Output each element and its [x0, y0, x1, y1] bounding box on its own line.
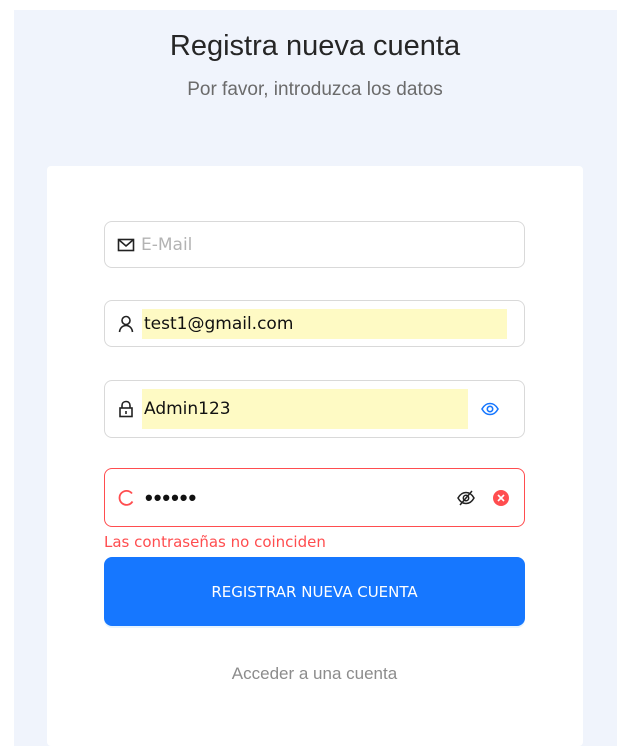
page-title: Registra nueva cuenta — [169, 30, 461, 62]
register-button[interactable]: REGISTRAR NUEVA CUENTA — [104, 557, 525, 626]
loading-icon — [117, 489, 135, 507]
password-mismatch-error: Las contraseñas no coinciden — [104, 533, 326, 551]
lock-icon — [117, 400, 135, 418]
confirm-password-field[interactable]: •••••• — [104, 468, 525, 527]
username-input[interactable]: test1@gmail.com — [142, 308, 507, 339]
eye-invisible-icon[interactable] — [456, 488, 476, 508]
close-circle-icon[interactable] — [493, 489, 509, 506]
password-input[interactable]: Admin123 — [142, 389, 468, 429]
mail-icon — [117, 236, 135, 254]
page-subtitle: Por favor, introduzca los datos — [187, 79, 443, 100]
user-icon — [117, 315, 135, 333]
email-placeholder: E-Mail — [141, 234, 193, 255]
password-field[interactable]: Admin123 — [104, 380, 525, 438]
username-field[interactable]: test1@gmail.com — [104, 300, 525, 347]
confirm-password-input[interactable]: •••••• — [145, 485, 197, 511]
login-link[interactable]: Acceder a una cuenta — [104, 664, 525, 684]
eye-icon[interactable] — [480, 399, 500, 419]
email-field[interactable]: E-Mail — [104, 221, 525, 268]
